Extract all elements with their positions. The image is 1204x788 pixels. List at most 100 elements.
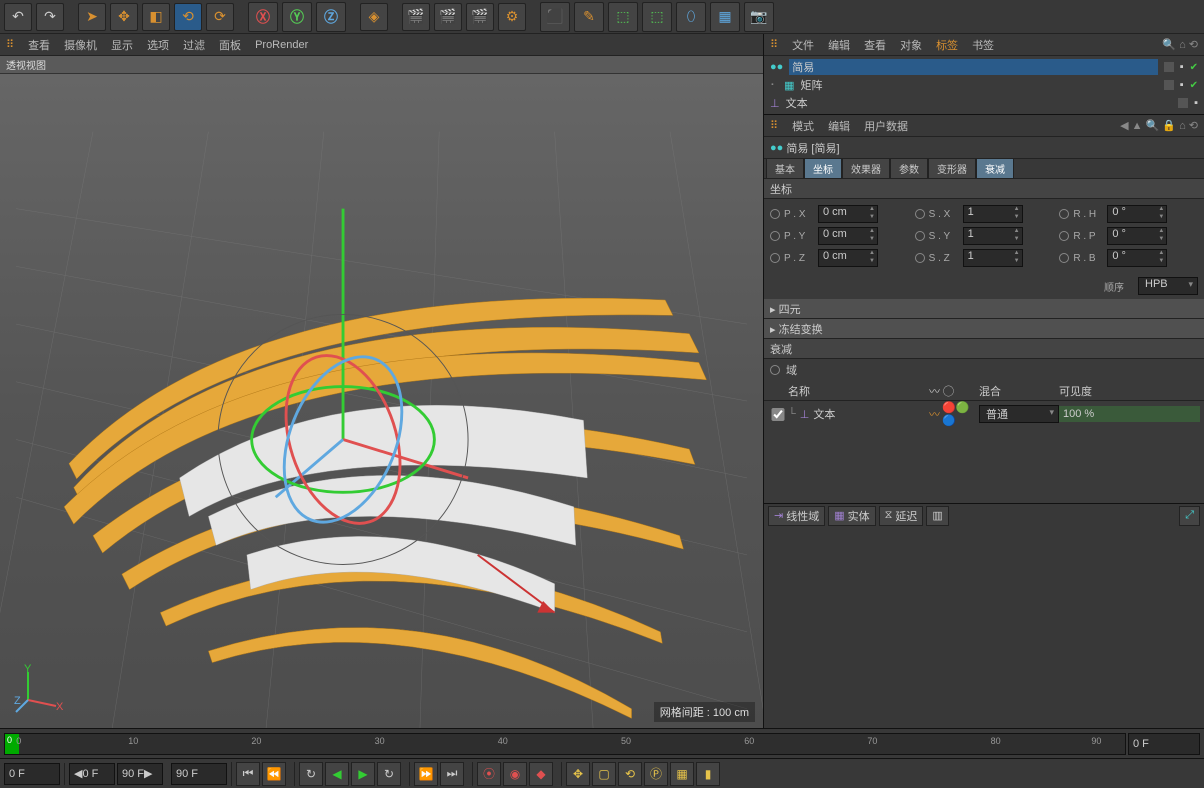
input-sy[interactable]: 1▲▼ bbox=[963, 227, 1023, 245]
object-row-text[interactable]: ⊥ 文本 ▪ bbox=[764, 94, 1204, 112]
goto-start-btn[interactable]: ⏮ bbox=[236, 762, 260, 786]
am-menu-edit[interactable]: 编辑 bbox=[828, 118, 850, 134]
om-menu-edit[interactable]: 编辑 bbox=[828, 37, 850, 53]
range-end-field[interactable]: 90 F ▶ bbox=[117, 763, 163, 785]
vp-menu-prorender[interactable]: ProRender bbox=[255, 39, 308, 51]
tab-coord[interactable]: 坐标 bbox=[804, 158, 842, 179]
anim-dot[interactable] bbox=[1059, 209, 1069, 219]
object-tree[interactable]: ●● 简易 ▪ ✔ ⠂▦ 矩阵 ▪ ✔ ⊥ 文本 ▪ bbox=[764, 56, 1204, 115]
step-btn[interactable]: ↻ bbox=[377, 762, 401, 786]
loop-btn[interactable]: ↻ bbox=[299, 762, 323, 786]
undo-btn[interactable]: ↶ bbox=[4, 3, 32, 31]
key-scale-btn[interactable]: ▢ bbox=[592, 762, 616, 786]
order-combo[interactable]: HPB bbox=[1138, 277, 1198, 295]
key-rot-btn[interactable]: ⟲ bbox=[618, 762, 642, 786]
object-row-matrix[interactable]: ⠂▦ 矩阵 ▪ ✔ bbox=[764, 76, 1204, 94]
enable-check-icon[interactable]: ✔ bbox=[1190, 62, 1198, 73]
coord-sys-btn[interactable]: ◈ bbox=[360, 3, 388, 31]
section-freeze[interactable]: ▸ 冻结变换 bbox=[764, 319, 1204, 339]
field-delay-btn[interactable]: ⧖延迟 bbox=[879, 506, 924, 526]
axis-y-btn[interactable]: Ⓨ bbox=[282, 2, 312, 32]
layer-dot[interactable]: ▪ bbox=[1180, 79, 1184, 91]
timeline-ruler[interactable]: 0 010 2030 4050 6070 8090 bbox=[4, 733, 1126, 755]
am-menu-mode[interactable]: 模式 bbox=[792, 118, 814, 134]
primitive-btn[interactable]: ⬛ bbox=[540, 2, 570, 32]
object-row-effector[interactable]: ●● 简易 ▪ ✔ bbox=[764, 58, 1204, 76]
anim-dot[interactable] bbox=[770, 365, 780, 375]
vp-menu-camera[interactable]: 摄像机 bbox=[64, 37, 97, 53]
current-frame-field[interactable]: 0 F bbox=[4, 763, 60, 785]
input-py[interactable]: 0 cm▲▼ bbox=[818, 227, 878, 245]
vis-toggle[interactable] bbox=[1178, 98, 1188, 108]
range-start-field[interactable]: ◀ 0 F bbox=[69, 763, 115, 785]
record-btn[interactable]: ⦿ bbox=[477, 762, 501, 786]
key-param-btn[interactable]: Ⓟ bbox=[644, 762, 668, 786]
goto-nextkey-btn[interactable]: ⏩ bbox=[414, 762, 438, 786]
key-clip-btn[interactable]: ▮ bbox=[696, 762, 720, 786]
input-px[interactable]: 0 cm▲▼ bbox=[818, 205, 878, 223]
timeline-end-field[interactable]: 0 F bbox=[1128, 733, 1200, 755]
play-back-btn[interactable]: ◀ bbox=[325, 762, 349, 786]
vis-toggle[interactable] bbox=[1164, 80, 1174, 90]
rotate-tool[interactable]: ⟲ bbox=[174, 3, 202, 31]
vis-toggle[interactable] bbox=[1164, 62, 1174, 72]
generator2-btn[interactable]: ⬚ bbox=[642, 2, 672, 32]
tab-falloff[interactable]: 衰减 bbox=[976, 158, 1014, 179]
redo-btn[interactable]: ↷ bbox=[36, 3, 64, 31]
render-region-btn[interactable]: 🎬 bbox=[434, 3, 462, 31]
goto-end-btn[interactable]: ⏭ bbox=[440, 762, 464, 786]
input-pz[interactable]: 0 cm▲▼ bbox=[818, 249, 878, 267]
generator-btn[interactable]: ⬚ bbox=[608, 2, 638, 32]
environment-btn[interactable]: ▦ bbox=[710, 2, 740, 32]
om-menu-object[interactable]: 对象 bbox=[900, 37, 922, 53]
field-max-btn[interactable]: ⤢ bbox=[1179, 506, 1200, 526]
key-pos-btn[interactable]: ✥ bbox=[566, 762, 590, 786]
input-sz[interactable]: 1▲▼ bbox=[963, 249, 1023, 267]
render-view-btn[interactable]: 🎬 bbox=[402, 3, 430, 31]
input-rh[interactable]: 0 °▲▼ bbox=[1107, 205, 1167, 223]
render-settings-btn[interactable]: ⚙ bbox=[498, 3, 526, 31]
autokey-btn[interactable]: ◉ bbox=[503, 762, 527, 786]
anim-dot[interactable] bbox=[915, 209, 925, 219]
input-rb[interactable]: 0 °▲▼ bbox=[1107, 249, 1167, 267]
vp-menu-view[interactable]: 查看 bbox=[28, 37, 50, 53]
scale-tool[interactable]: ◧ bbox=[142, 3, 170, 31]
om-menu-file[interactable]: 文件 bbox=[792, 37, 814, 53]
play-fwd-btn[interactable]: ▶ bbox=[351, 762, 375, 786]
om-menu-bookmarks[interactable]: 书签 bbox=[972, 37, 994, 53]
tab-basic[interactable]: 基本 bbox=[766, 158, 804, 179]
goto-prevkey-btn[interactable]: ⏪ bbox=[262, 762, 286, 786]
vp-menu-filter[interactable]: 过滤 bbox=[183, 37, 205, 53]
om-menu-tags[interactable]: 标签 bbox=[936, 37, 958, 53]
enable-check-icon[interactable]: ✔ bbox=[1190, 80, 1198, 91]
om-menu-view[interactable]: 查看 bbox=[864, 37, 886, 53]
move-tool[interactable]: ✥ bbox=[110, 3, 138, 31]
vp-menu-display[interactable]: 显示 bbox=[111, 37, 133, 53]
axis-z-btn[interactable]: Ⓩ bbox=[316, 2, 346, 32]
section-quaternion[interactable]: ▸ 四元 bbox=[764, 299, 1204, 319]
render-pv-btn[interactable]: 🎬 bbox=[466, 3, 494, 31]
section-falloff[interactable]: 衰减 bbox=[764, 339, 1204, 359]
lastused-tool[interactable]: ⟳ bbox=[206, 3, 234, 31]
axis-x-btn[interactable]: Ⓧ bbox=[248, 2, 278, 32]
field-solid-btn[interactable]: ▦实体 bbox=[828, 506, 875, 526]
keyselect-btn[interactable]: ◆ bbox=[529, 762, 553, 786]
field-enable-check[interactable] bbox=[768, 408, 788, 421]
input-rp[interactable]: 0 °▲▼ bbox=[1107, 227, 1167, 245]
field-row[interactable]: └⊥文本 〰🔴🟢🔵 普通 100 % bbox=[764, 401, 1204, 423]
am-menu-userdata[interactable]: 用户数据 bbox=[864, 118, 908, 134]
vp-menu-panel[interactable]: 面板 bbox=[219, 37, 241, 53]
vp-menu-options[interactable]: 选项 bbox=[147, 37, 169, 53]
select-tool[interactable]: ➤ bbox=[78, 3, 106, 31]
key-pla-btn[interactable]: ▦ bbox=[670, 762, 694, 786]
tab-deformer[interactable]: 变形器 bbox=[928, 158, 976, 179]
end-frame-field[interactable]: 90 F bbox=[171, 763, 227, 785]
camera-btn[interactable]: 📷 bbox=[744, 2, 774, 32]
layer-dot[interactable]: ▪ bbox=[1194, 97, 1198, 109]
deformer-btn[interactable]: ⬯ bbox=[676, 2, 706, 32]
section-coord[interactable]: 坐标 bbox=[764, 179, 1204, 199]
field-more-btn[interactable]: ▥ bbox=[926, 506, 948, 526]
field-linear-btn[interactable]: ⇥线性域 bbox=[768, 506, 825, 526]
field-blend-combo[interactable]: 普通 bbox=[979, 405, 1059, 423]
anim-dot[interactable] bbox=[770, 209, 780, 219]
